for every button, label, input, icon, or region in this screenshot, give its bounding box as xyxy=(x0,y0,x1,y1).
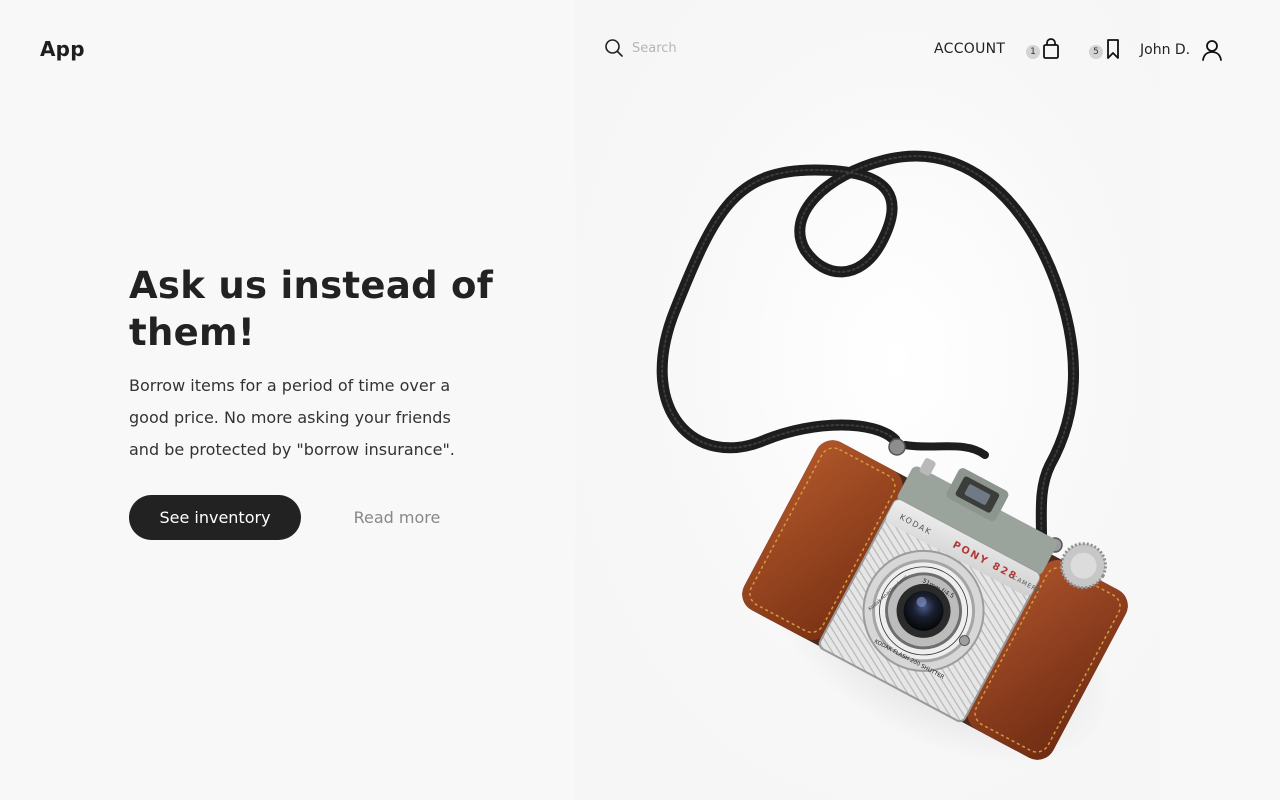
hero-description: Borrow items for a period of time over a… xyxy=(129,376,455,459)
search-icon[interactable] xyxy=(604,38,624,58)
search-input[interactable] xyxy=(632,40,792,56)
nav-account-link[interactable]: ACCOUNT xyxy=(934,41,1005,57)
user-menu[interactable]: John D. xyxy=(1140,38,1224,62)
saved-count-badge: 5 xyxy=(1089,45,1103,59)
bookmark-icon xyxy=(1107,39,1119,59)
app-logo[interactable]: App xyxy=(40,37,85,61)
search-bar[interactable] xyxy=(604,38,792,58)
shopping-bag-icon xyxy=(1043,38,1059,59)
cart-count-badge: 1 xyxy=(1026,45,1040,59)
saved-items-button[interactable]: 5 xyxy=(1089,38,1121,60)
user-name: John D. xyxy=(1140,42,1191,58)
see-inventory-button[interactable]: See inventory xyxy=(129,495,301,540)
user-icon xyxy=(1202,40,1223,61)
cart-button[interactable]: 1 xyxy=(1026,38,1060,60)
hero-title: Ask us instead of them! xyxy=(129,264,494,354)
landing-page: KODAK PONY 828 CAMERA 51mm f/4.5 KODAK F… xyxy=(0,0,1280,800)
hero-camera-image: KODAK PONY 828 CAMERA 51mm f/4.5 KODAK F… xyxy=(656,150,1128,765)
read-more-button[interactable]: Read more xyxy=(340,495,454,540)
